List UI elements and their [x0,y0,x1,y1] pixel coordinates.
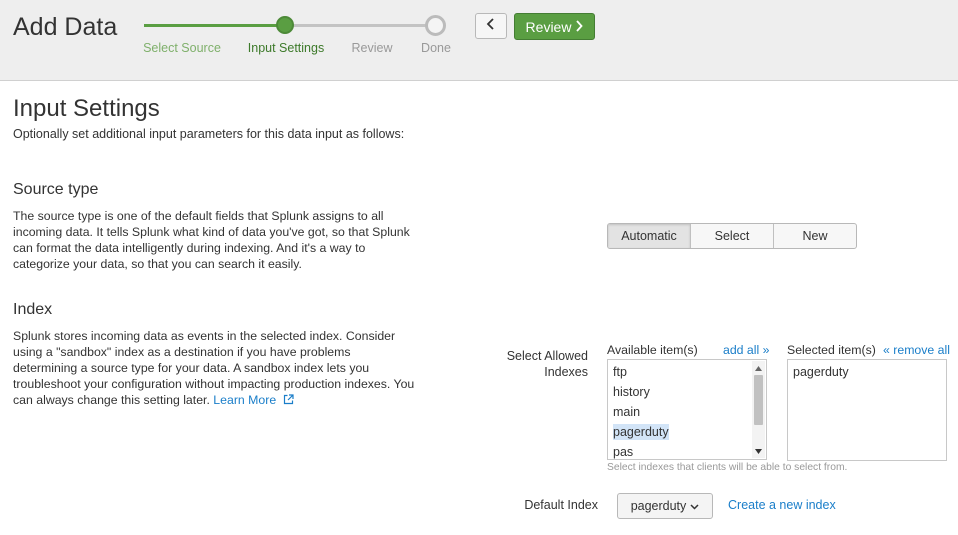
chevron-left-icon [486,17,496,35]
scroll-thumb[interactable] [754,375,763,425]
learn-more-link[interactable]: Learn More [213,393,294,407]
learn-more-label: Learn More [213,393,277,407]
chevron-right-icon [575,19,584,35]
list-item[interactable]: history [613,382,669,402]
select-allowed-indexes-label: Select Allowed Indexes [506,349,588,379]
step-select-source: Select Source [143,41,221,55]
page-subtitle: Optionally set additional input paramete… [13,127,405,141]
list-scrollbar[interactable] [752,361,765,458]
list-item[interactable]: pas [613,442,669,462]
source-type-automatic-button[interactable]: Automatic [608,224,690,248]
chevron-down-icon [690,499,699,513]
available-items-header: Available item(s) [607,343,698,357]
index-description: Splunk stores incoming data as events in… [13,328,415,408]
selected-items-header: Selected item(s) [787,343,876,357]
list-item-label: main [613,405,641,419]
remove-all-link[interactable]: « remove all [883,343,950,357]
step-marker-current [276,16,294,34]
stepper-track-pending [285,24,436,27]
index-heading: Index [13,301,53,318]
available-items: ftp history main pagerduty pas [613,362,669,462]
default-index-dropdown[interactable]: pagerduty [617,493,713,519]
list-item-label: pas [613,445,634,459]
review-button[interactable]: Review [514,13,595,40]
top-bar: Add Data Select Source Input Settings Re… [0,0,958,81]
create-new-index-link[interactable]: Create a new index [728,498,836,512]
selected-indexes-list[interactable]: pagerduty [787,359,947,461]
page-title: Input Settings [13,95,160,122]
list-item-label: pagerduty [793,365,849,379]
indexes-helper-text: Select indexes that clients will be able… [607,462,848,473]
source-type-toggle: Automatic Select New [607,223,857,249]
external-link-icon [280,393,294,407]
list-item-label: history [613,385,650,399]
default-index-value: pagerduty [630,499,687,513]
back-button[interactable] [475,13,507,39]
step-input-settings: Input Settings [247,41,325,55]
review-button-label: Review [525,18,572,35]
add-all-link[interactable]: add all » [723,343,770,357]
source-type-new-button[interactable]: New [773,224,856,248]
source-type-description: The source type is one of the default fi… [13,209,410,271]
stepper-track-completed [144,24,285,27]
scroll-down-icon[interactable] [752,446,765,456]
step-review: Review [351,41,393,55]
list-item[interactable]: ftp [613,362,669,382]
scroll-up-icon[interactable] [752,363,765,373]
available-indexes-list[interactable]: ftp history main pagerduty pas [607,359,767,460]
source-type-heading: Source type [13,181,99,198]
default-index-label: Default Index [524,498,598,512]
progress-stepper: Select Source Input Settings Review Done [0,0,470,80]
selected-items: pagerduty [793,362,849,382]
list-item[interactable]: pagerduty [793,362,849,382]
list-item-label: pagerduty [613,424,669,440]
step-done: Done [421,41,451,55]
step-marker-done [425,15,446,36]
list-item-label: ftp [613,365,627,379]
list-item[interactable]: main [613,402,669,422]
list-item-selected[interactable]: pagerduty [613,422,669,442]
source-type-select-button[interactable]: Select [690,224,773,248]
